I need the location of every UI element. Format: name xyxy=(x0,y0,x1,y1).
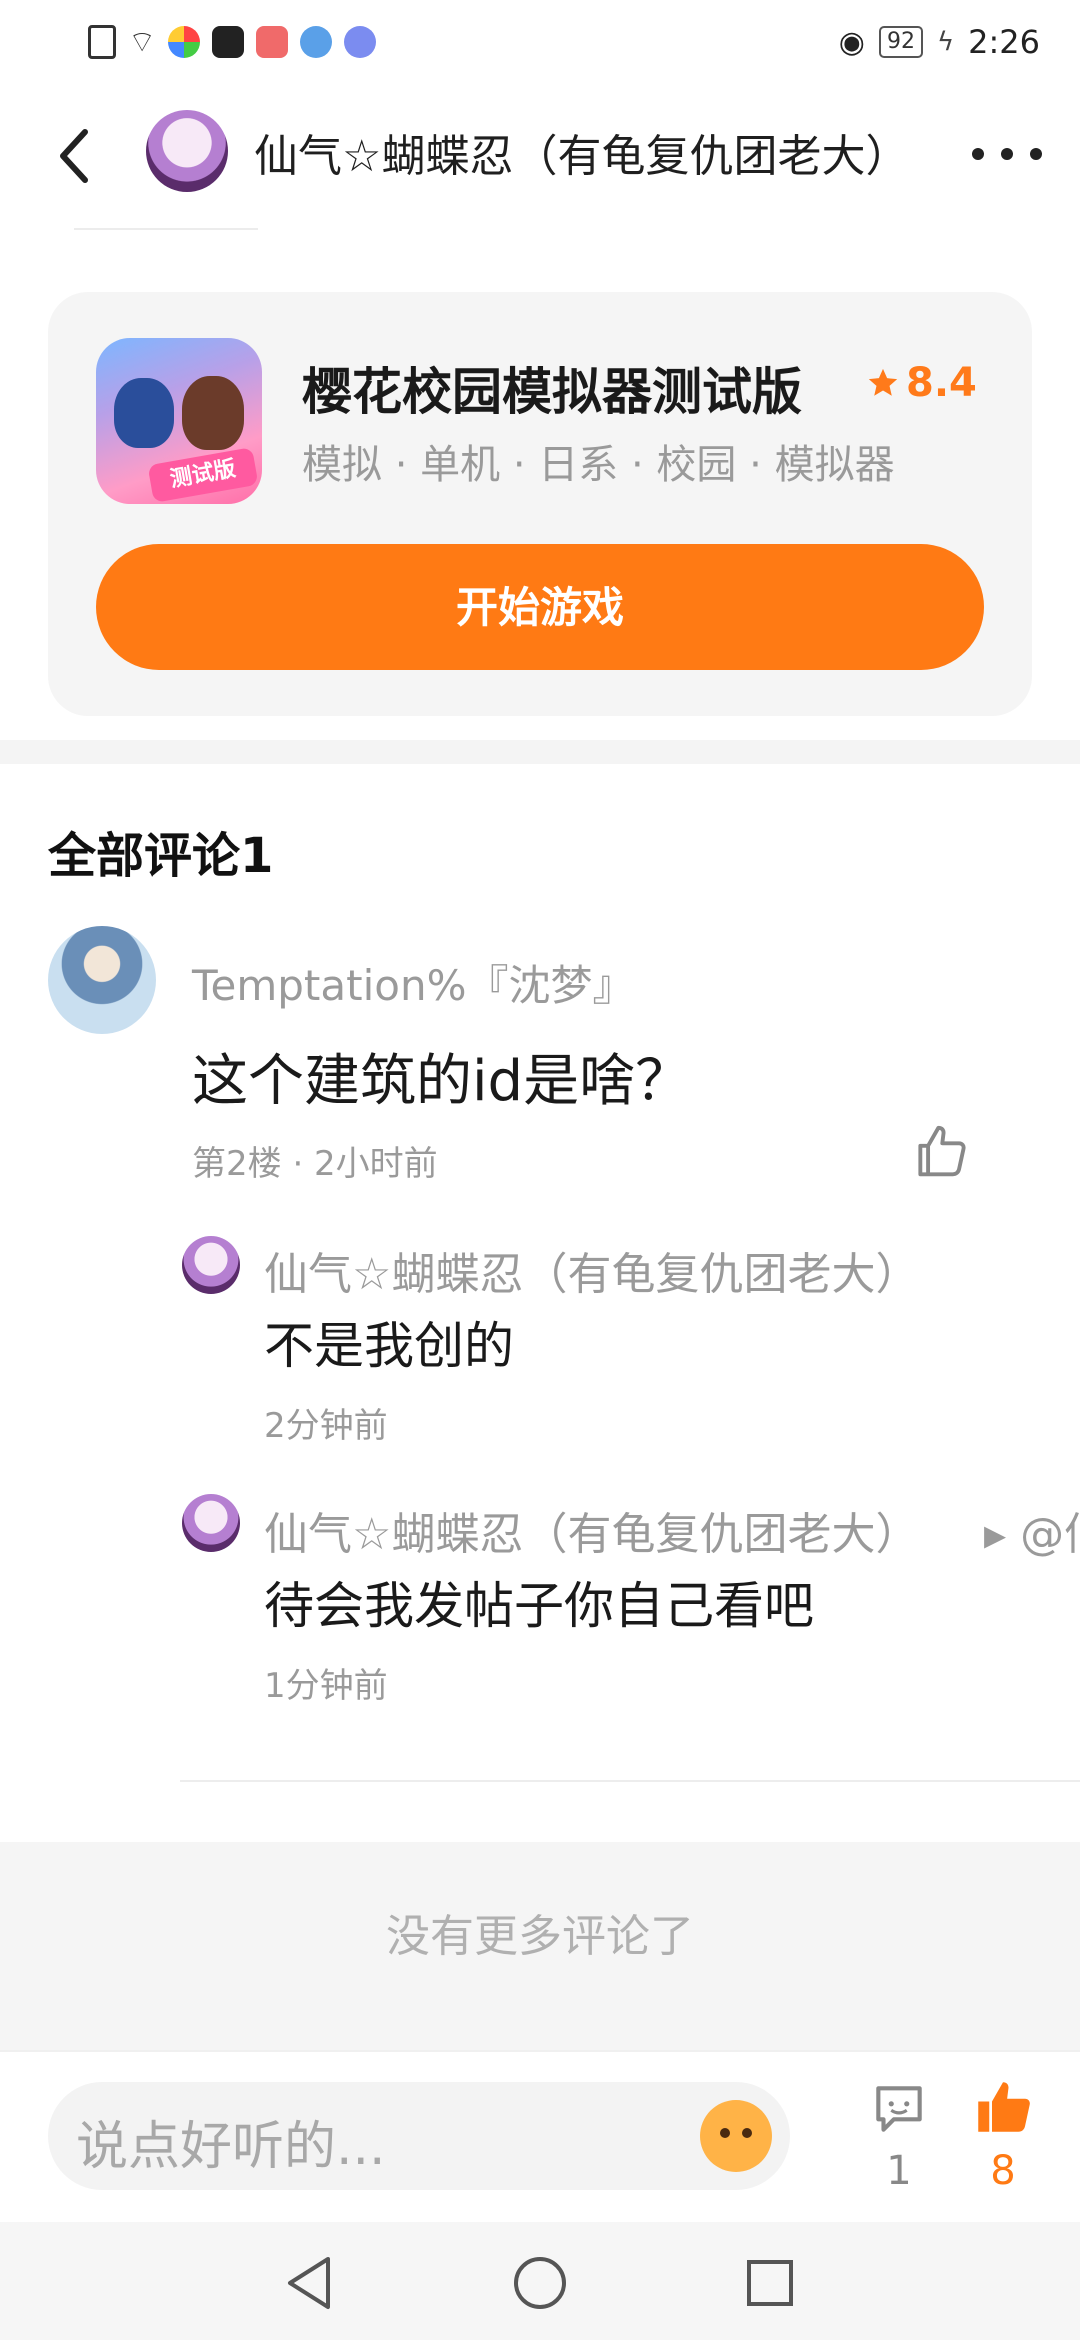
reply-time: 2分钟前 xyxy=(264,1406,388,1446)
comments-heading: 全部评论1 xyxy=(48,828,274,884)
replier-name[interactable]: 仙气☆蝴蝶忍（有龟复仇团老大） xyxy=(264,1498,919,1562)
triangle-back-icon xyxy=(288,2257,330,2309)
app-notification-icon xyxy=(168,26,201,58)
eye-comfort-icon: ◉ xyxy=(838,24,865,60)
nav-back-button[interactable] xyxy=(274,2248,344,2318)
game-rating: 8.4 xyxy=(866,360,977,406)
bottom-action-bar: 说点好听的... 1 8 xyxy=(0,2050,1080,2224)
circle-home-icon xyxy=(514,2257,566,2309)
game-tags: 模拟 · 单机 · 日系 · 校园 · 模拟器 xyxy=(302,442,895,488)
replier-name[interactable]: 仙气☆蝴蝶忍（有龟复仇团老大） xyxy=(264,1238,919,1302)
nav-recents-button[interactable] xyxy=(735,2248,805,2318)
more-dot-icon xyxy=(1001,148,1013,160)
like-count: 8 xyxy=(990,2148,1016,2194)
comment-input[interactable]: 说点好听的... xyxy=(48,2082,790,2190)
more-dot-icon xyxy=(1030,148,1042,160)
game-title: 樱花校园模拟器测试版 xyxy=(302,363,802,421)
clock: 2:26 xyxy=(968,23,1040,61)
chat-bubble-icon xyxy=(876,2086,922,2132)
app-red-icon xyxy=(256,26,289,58)
replier-avatar[interactable] xyxy=(182,1494,240,1552)
game-icon[interactable]: 测试版 xyxy=(96,338,262,504)
character-illustration xyxy=(114,378,174,448)
comment-input-placeholder: 说点好听的... xyxy=(76,2117,386,2177)
music-icon xyxy=(344,26,377,58)
icon-badge: 测试版 xyxy=(147,447,259,503)
author-name[interactable]: 仙气☆蝴蝶忍（有龟复仇团老大） xyxy=(254,120,909,184)
reply-text[interactable]: 待会我发帖子你自己看吧 xyxy=(264,1566,814,1638)
capcut-icon xyxy=(212,26,245,58)
emoji-eye xyxy=(720,2128,730,2138)
system-nav-bar xyxy=(0,2222,1080,2340)
nav-home-button[interactable] xyxy=(505,2248,575,2318)
rating-value: 8.4 xyxy=(906,360,977,406)
reply-time: 1分钟前 xyxy=(264,1666,388,1706)
commenter-avatar[interactable] xyxy=(48,926,156,1034)
charging-icon: ϟ xyxy=(936,27,955,57)
game-card[interactable]: 测试版 樱花校园模拟器测试版 8.4 模拟 · 单机 · 日系 · 校园 · 模… xyxy=(48,292,1032,716)
comment-count: 1 xyxy=(886,2148,912,2194)
divider xyxy=(180,1780,1080,1782)
comment-text[interactable]: 这个建筑的id是啥？ xyxy=(192,1036,691,1117)
comment-icon[interactable] xyxy=(868,2078,930,2140)
notification-icons: ⌔ xyxy=(88,22,377,62)
more-options-button[interactable] xyxy=(972,134,1042,174)
replier-avatar[interactable] xyxy=(182,1236,240,1294)
commenter-name[interactable]: Temptation%『沈梦』 xyxy=(192,952,635,1013)
status-bar: ⌔ ◉ 92 ϟ 2:26 xyxy=(0,0,1080,84)
reply-text[interactable]: 不是我创的 xyxy=(264,1306,514,1378)
app-blue-icon xyxy=(300,26,333,58)
comment-meta: 第2楼 · 2小时前 xyxy=(192,1144,438,1184)
no-more-comments: 没有更多评论了 xyxy=(0,1842,1080,2050)
sim-alert-icon xyxy=(88,25,116,59)
star-icon xyxy=(868,368,898,396)
post-header: 仙气☆蝴蝶忍（有龟复仇团老大） xyxy=(0,96,1080,216)
thumbs-up-icon xyxy=(918,1125,966,1177)
character-illustration xyxy=(182,376,244,450)
emoji-eye xyxy=(742,2128,752,2138)
divider xyxy=(74,228,258,230)
like-button[interactable] xyxy=(970,2074,1036,2140)
author-avatar[interactable] xyxy=(146,110,228,192)
square-recents-icon xyxy=(747,2260,793,2306)
battery-indicator: 92 xyxy=(878,26,923,58)
comment-like-button[interactable] xyxy=(910,1120,972,1182)
more-dot-icon xyxy=(972,148,984,160)
thumbs-up-icon xyxy=(978,2082,1030,2132)
back-button[interactable] xyxy=(44,118,104,194)
status-right: ◉ 92 ϟ 2:26 xyxy=(839,20,1040,64)
emoji-sticker-icon[interactable] xyxy=(700,2100,772,2172)
reply-to-mention[interactable]: ▸ @仙 xyxy=(984,1498,1080,1562)
start-game-button[interactable]: 开始游戏 xyxy=(96,544,984,670)
wifi-icon: ⌔ xyxy=(128,25,157,60)
chevron-left-icon xyxy=(60,129,88,183)
section-separator xyxy=(0,740,1080,764)
